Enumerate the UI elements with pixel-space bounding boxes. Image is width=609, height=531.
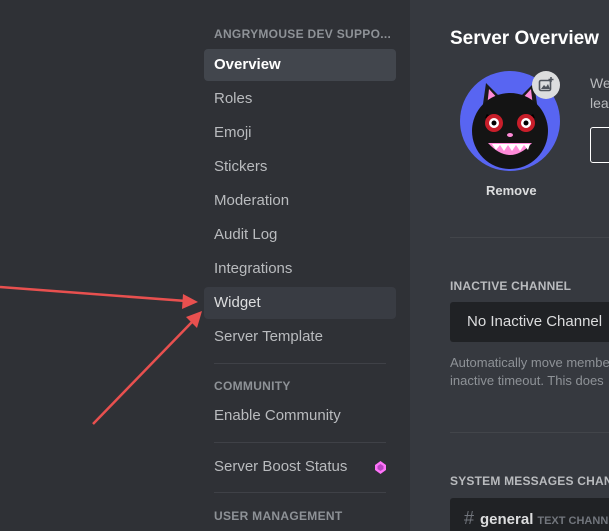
- inactive-channel-select[interactable]: No Inactive Channel: [450, 302, 609, 342]
- system-messages-header: SYSTEM MESSAGES CHANN: [450, 474, 609, 488]
- sidebar-item-integrations[interactable]: Integrations: [204, 253, 396, 285]
- channel-name: general: [480, 511, 534, 528]
- sidebar-item-overview[interactable]: Overview: [204, 49, 396, 81]
- section-divider: [450, 237, 609, 238]
- sidebar-divider: [214, 363, 386, 364]
- sidebar-item-server-template[interactable]: Server Template: [204, 321, 396, 353]
- page-title: Server Overview: [450, 28, 599, 49]
- user-management-header: USER MANAGEMENT: [214, 509, 343, 523]
- sidebar-item-server-boost-status[interactable]: Server Boost Status: [204, 451, 396, 483]
- sidebar-item-enable-community[interactable]: Enable Community: [204, 400, 396, 432]
- upload-hint-text: We leas: [590, 75, 609, 111]
- system-messages-channel-select[interactable]: # general TEXT CHANN: [450, 498, 609, 531]
- sidebar-item-moderation[interactable]: Moderation: [204, 185, 396, 217]
- image-plus-icon[interactable]: [532, 71, 560, 99]
- section-divider: [450, 432, 609, 433]
- inactive-channel-help: Automatically move membe inactive timeou…: [450, 355, 609, 388]
- main-content: Server Overview Remove We lea INACTIVE C…: [410, 0, 609, 531]
- inactive-channel-header: INACTIVE CHANNEL: [450, 279, 572, 293]
- sidebar-item-emoji[interactable]: Emoji: [204, 117, 396, 149]
- sidebar-item-widget[interactable]: Widget: [204, 287, 396, 319]
- sidebar-item-audit-log[interactable]: Audit Log: [204, 219, 396, 251]
- sidebar-divider: [214, 442, 386, 443]
- channel-kind: TEXT CHANN: [537, 515, 609, 527]
- sidebar-item-roles[interactable]: Roles: [204, 83, 396, 115]
- community-header: COMMUNITY: [214, 379, 291, 393]
- sidebar-divider: [214, 492, 386, 493]
- server-name-header: ANGRYMOUSE DEV SUPPO...: [214, 27, 392, 41]
- upload-image-button[interactable]: [590, 127, 609, 163]
- sidebar-item-stickers[interactable]: Stickers: [204, 151, 396, 183]
- boost-gem-icon: [375, 461, 386, 474]
- sidebar-item-label: Server Boost Status: [214, 458, 348, 475]
- remove-icon-link[interactable]: Remove: [486, 183, 537, 198]
- hash-icon: #: [464, 508, 475, 528]
